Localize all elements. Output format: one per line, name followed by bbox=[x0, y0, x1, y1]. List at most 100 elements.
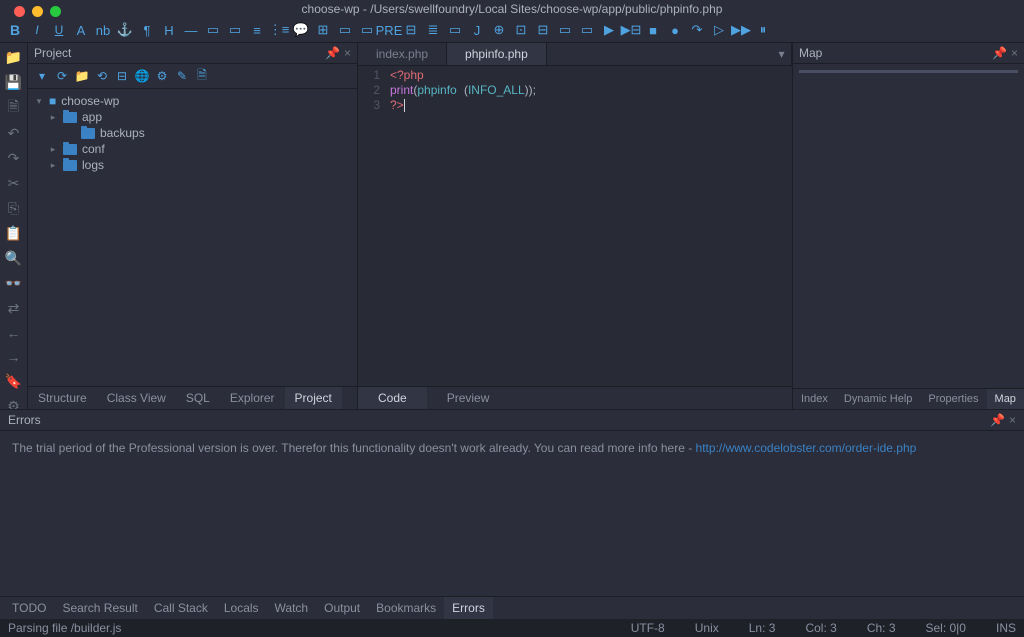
stop-icon[interactable]: ■ bbox=[644, 21, 662, 39]
tab-structure[interactable]: Structure bbox=[28, 387, 97, 409]
pre-icon[interactable]: PRE bbox=[380, 21, 398, 39]
meta-icon[interactable]: ⊟ bbox=[534, 21, 552, 39]
div-icon[interactable]: ▭ bbox=[336, 21, 354, 39]
anchor-icon[interactable]: ⚓ bbox=[116, 21, 134, 39]
include-icon[interactable]: ⊕ bbox=[490, 21, 508, 39]
tree-item-backups[interactable]: backups bbox=[28, 125, 357, 141]
replace-icon[interactable]: ⇄ bbox=[5, 300, 23, 317]
tab-preview[interactable]: Preview bbox=[427, 387, 510, 409]
heading-icon[interactable]: H bbox=[160, 21, 178, 39]
gear-icon[interactable]: ⚙ bbox=[154, 68, 170, 84]
tree-item-logs[interactable]: ▸ logs bbox=[28, 157, 357, 173]
save-all-icon[interactable]: 🗎 bbox=[5, 99, 23, 117]
tree-root[interactable]: ▾ ■ choose-wp bbox=[28, 93, 357, 109]
doc-icon[interactable]: 🗎 bbox=[194, 68, 210, 84]
tree-item-conf[interactable]: ▸ conf bbox=[28, 141, 357, 157]
paste-icon[interactable]: 📋 bbox=[5, 225, 23, 242]
tab-call-stack[interactable]: Call Stack bbox=[146, 597, 216, 619]
new-file-icon[interactable]: ▾ bbox=[34, 68, 50, 84]
italic-icon[interactable]: I bbox=[28, 21, 46, 39]
editor-tab-index[interactable]: index.php bbox=[358, 43, 447, 65]
order-link[interactable]: http://www.codelobster.com/order-ide.php bbox=[696, 441, 917, 455]
sync-icon[interactable]: ⟲ bbox=[94, 68, 110, 84]
input-icon[interactable]: ▭ bbox=[446, 21, 464, 39]
select-icon[interactable]: ⊟ bbox=[402, 21, 420, 39]
expand-icon[interactable]: ▾ bbox=[34, 96, 44, 107]
tab-bookmarks[interactable]: Bookmarks bbox=[368, 597, 444, 619]
collapse-icon[interactable]: ⊟ bbox=[114, 68, 130, 84]
redo-icon[interactable]: ↷ bbox=[5, 150, 23, 167]
back-icon[interactable]: ← bbox=[5, 325, 23, 341]
code-content[interactable]: <?php print(phpinfo (INFO_ALL)); ?> bbox=[386, 66, 792, 386]
tab-watch[interactable]: Watch bbox=[267, 597, 317, 619]
forward-icon[interactable]: → bbox=[5, 349, 23, 365]
tab-errors[interactable]: Errors bbox=[444, 597, 493, 619]
minimap[interactable] bbox=[793, 64, 1024, 388]
list-icon[interactable]: ≡ bbox=[248, 21, 266, 39]
js-icon[interactable]: J bbox=[468, 21, 486, 39]
refresh-icon[interactable]: ⟳ bbox=[54, 68, 70, 84]
tab-dropdown-icon[interactable]: ▾ bbox=[772, 43, 792, 65]
breakpoint-icon[interactable]: ● bbox=[666, 21, 684, 39]
run-icon[interactable]: ▶ bbox=[600, 21, 618, 39]
editor-tab-phpinfo[interactable]: phpinfo.php bbox=[447, 43, 547, 65]
tab-explorer[interactable]: Explorer bbox=[220, 387, 285, 409]
tab-search-result[interactable]: Search Result bbox=[54, 597, 145, 619]
find-icon[interactable]: 👓 bbox=[5, 275, 23, 292]
numbered-list-icon[interactable]: ⋮≡ bbox=[270, 21, 288, 39]
step-into-icon[interactable]: ▷ bbox=[710, 21, 728, 39]
pause-icon[interactable]: ⏸ bbox=[754, 21, 772, 39]
bookmark-icon[interactable]: 🔖 bbox=[5, 373, 23, 390]
tree-item-app[interactable]: ▸ app bbox=[28, 109, 357, 125]
table-icon[interactable]: ⊞ bbox=[314, 21, 332, 39]
tab-todo[interactable]: TODO bbox=[4, 597, 54, 619]
step-over-icon[interactable]: ↷ bbox=[688, 21, 706, 39]
form-icon[interactable]: ▭ bbox=[226, 21, 244, 39]
expand-icon[interactable]: ▸ bbox=[48, 160, 58, 171]
open-folder-icon[interactable]: 📁 bbox=[5, 49, 23, 66]
tab-output[interactable]: Output bbox=[316, 597, 368, 619]
tab-dynamic-help[interactable]: Dynamic Help bbox=[836, 389, 920, 409]
close-panel-icon[interactable]: × bbox=[1011, 46, 1018, 60]
undo-icon[interactable]: ↶ bbox=[5, 125, 23, 142]
close-window-icon[interactable] bbox=[14, 6, 25, 17]
debug-icon[interactable]: ▶⊟ bbox=[622, 21, 640, 39]
tab-classview[interactable]: Class View bbox=[97, 387, 176, 409]
pin-icon[interactable]: 📌 bbox=[992, 46, 1007, 60]
textarea-icon[interactable]: ≣ bbox=[424, 21, 442, 39]
edit-icon[interactable]: ✎ bbox=[174, 68, 190, 84]
bold-icon[interactable]: B bbox=[6, 21, 24, 39]
tab-index[interactable]: Index bbox=[793, 389, 836, 409]
link-icon[interactable]: A bbox=[72, 21, 90, 39]
tab-project[interactable]: Project bbox=[285, 387, 342, 409]
pin-icon[interactable]: 📌 bbox=[325, 46, 340, 60]
tab-sql[interactable]: SQL bbox=[176, 387, 220, 409]
tab-map[interactable]: Map bbox=[987, 389, 1024, 409]
tab-properties[interactable]: Properties bbox=[920, 389, 986, 409]
expand-icon[interactable]: ▸ bbox=[48, 112, 58, 123]
save-icon[interactable]: 💾 bbox=[5, 74, 23, 91]
close-panel-icon[interactable]: × bbox=[344, 46, 351, 60]
frame-icon[interactable]: ⊡ bbox=[512, 21, 530, 39]
cut-icon[interactable]: ✂ bbox=[5, 175, 23, 192]
object-icon[interactable]: ▭ bbox=[578, 21, 596, 39]
paragraph-icon[interactable]: ¶ bbox=[138, 21, 156, 39]
maximize-window-icon[interactable] bbox=[50, 6, 61, 17]
globe-icon[interactable]: 🌐 bbox=[134, 68, 150, 84]
tab-locals[interactable]: Locals bbox=[216, 597, 267, 619]
code-editor[interactable]: 1 2 3 <?php print(phpinfo (INFO_ALL)); ?… bbox=[358, 66, 792, 386]
style-icon[interactable]: ▭ bbox=[556, 21, 574, 39]
nb-icon[interactable]: nb bbox=[94, 21, 112, 39]
expand-icon[interactable]: ▸ bbox=[48, 144, 58, 155]
underline-icon[interactable]: U bbox=[50, 21, 68, 39]
step-out-icon[interactable]: ▶▶ bbox=[732, 21, 750, 39]
minimize-window-icon[interactable] bbox=[32, 6, 43, 17]
tab-code[interactable]: Code bbox=[358, 387, 427, 409]
copy-icon[interactable]: ⎘ bbox=[5, 200, 23, 217]
search-icon[interactable]: 🔍 bbox=[5, 250, 23, 267]
hr-icon[interactable]: — bbox=[182, 21, 200, 39]
image-icon[interactable]: ▭ bbox=[204, 21, 222, 39]
new-folder-icon[interactable]: 📁 bbox=[74, 68, 90, 84]
close-panel-icon[interactable]: × bbox=[1009, 413, 1016, 427]
pin-icon[interactable]: 📌 bbox=[990, 413, 1005, 427]
